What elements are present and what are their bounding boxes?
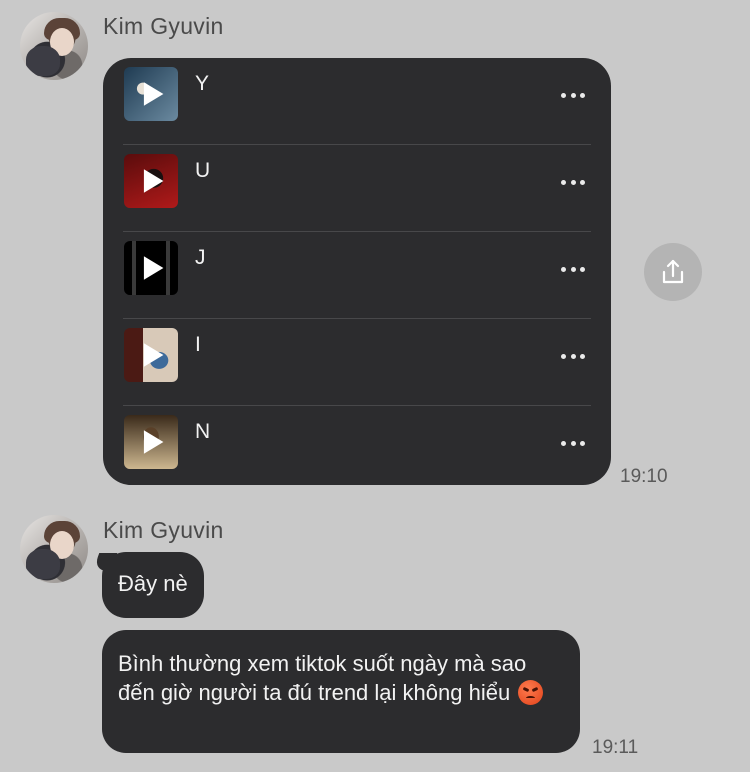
track-title: I — [195, 333, 201, 356]
timestamp: 19:10 — [620, 466, 668, 487]
more-options-icon[interactable] — [561, 352, 585, 360]
chat-thread: Kim Gyuvin Y U J I N 19:10 Kim Gyuvin Đâ… — [0, 0, 750, 772]
play-icon — [124, 415, 178, 469]
avatar[interactable] — [20, 515, 88, 583]
avatar[interactable] — [20, 12, 88, 80]
play-icon — [124, 328, 178, 382]
play-icon — [124, 67, 178, 121]
more-options-icon[interactable] — [561, 265, 585, 273]
share-icon — [662, 259, 684, 284]
play-icon — [124, 241, 178, 295]
track-row[interactable]: U — [103, 145, 611, 232]
track-title: Y — [195, 72, 210, 95]
album-cover[interactable] — [124, 415, 178, 469]
more-options-icon[interactable] — [561, 91, 585, 99]
track-row[interactable]: J — [103, 232, 611, 319]
message-bubble[interactable]: Đây nè — [102, 552, 204, 618]
sender-name: Kim Gyuvin — [103, 517, 224, 543]
sender-name: Kim Gyuvin — [103, 13, 224, 39]
album-cover[interactable] — [124, 328, 178, 382]
timestamp: 19:11 — [592, 737, 639, 758]
angry-face-icon — [518, 680, 544, 705]
track-title: J — [195, 246, 206, 269]
track-row[interactable]: I — [103, 319, 611, 406]
message-text: Đây nè — [118, 571, 188, 596]
track-title: U — [195, 159, 211, 182]
track-row[interactable]: N — [103, 406, 611, 493]
album-cover[interactable] — [124, 241, 178, 295]
more-options-icon[interactable] — [561, 439, 585, 447]
playlist-card[interactable]: Y U J I N — [103, 58, 611, 485]
message-bubble[interactable]: Bình thường xem tiktok suốt ngày mà sao … — [102, 630, 580, 753]
share-button[interactable] — [644, 243, 702, 301]
track-row[interactable]: Y — [103, 58, 611, 145]
album-cover[interactable] — [124, 67, 178, 121]
message-text: Bình thường xem tiktok suốt ngày mà sao … — [118, 651, 527, 705]
play-icon — [124, 154, 178, 208]
track-title: N — [195, 420, 211, 443]
album-cover[interactable] — [124, 154, 178, 208]
more-options-icon[interactable] — [561, 178, 585, 186]
